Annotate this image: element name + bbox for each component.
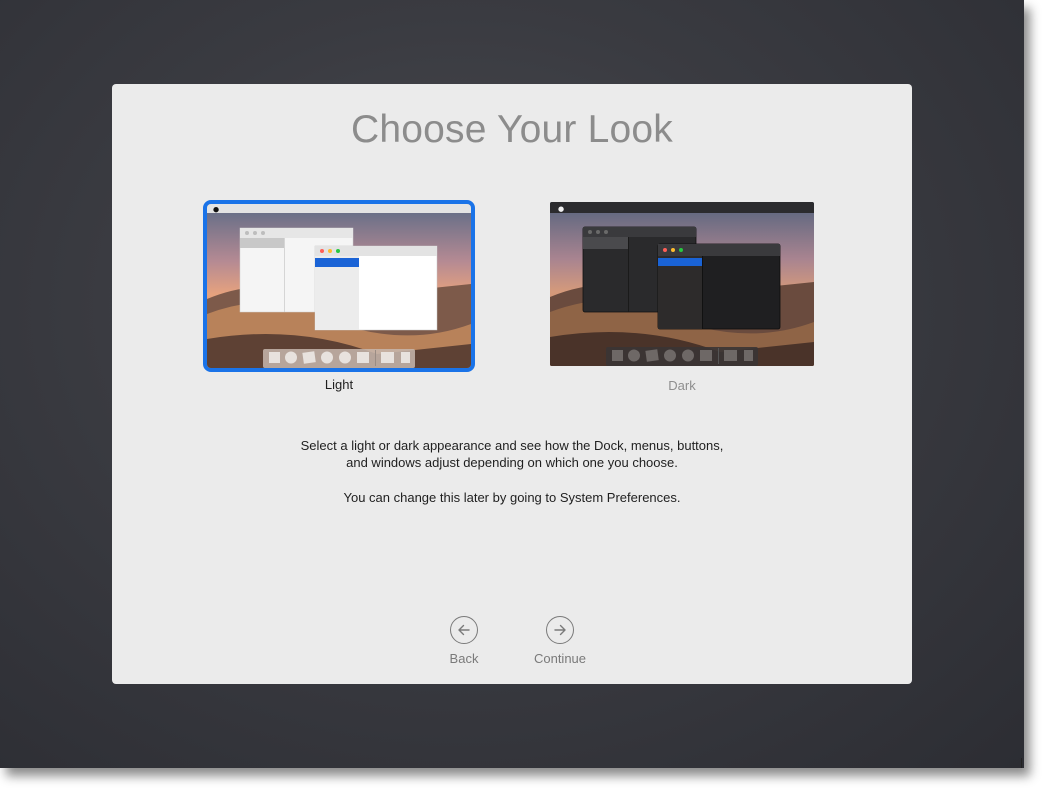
resize-corner-mark: [1021, 758, 1022, 768]
appearance-option-dark[interactable]: ● Dark: [550, 202, 814, 393]
light-preview-image[interactable]: ●: [203, 200, 475, 372]
back-button-label: Back: [449, 651, 479, 666]
arrow-left-circle-icon[interactable]: [450, 616, 478, 644]
page-title: Choose Your Look: [351, 108, 673, 151]
continue-button-label: Continue: [533, 651, 587, 666]
setup-assistant-panel: Choose Your Look ● Light ● Dark Select a…: [112, 84, 912, 684]
description-line-1: Select a light or dark appearance and se…: [300, 438, 724, 453]
dark-preview-image[interactable]: ●: [550, 202, 814, 366]
arrow-right-circle-icon[interactable]: [546, 616, 574, 644]
svg-text:●: ●: [558, 205, 564, 213]
desktop-background: Choose Your Look ● Light ● Dark Select a…: [0, 0, 1024, 768]
option-label-light: Light: [324, 377, 354, 392]
description-line-3: You can change this later by going to Sy…: [343, 490, 681, 505]
description-text: Select a light or dark appearance and se…: [112, 437, 912, 506]
option-label-dark: Dark: [668, 378, 696, 393]
svg-text:●: ●: [213, 206, 219, 214]
appearance-option-light[interactable]: ● Light: [203, 200, 475, 392]
continue-button[interactable]: Continue: [520, 616, 600, 666]
back-button[interactable]: Back: [424, 616, 504, 666]
description-line-2: and windows adjust depending on which on…: [346, 455, 678, 470]
